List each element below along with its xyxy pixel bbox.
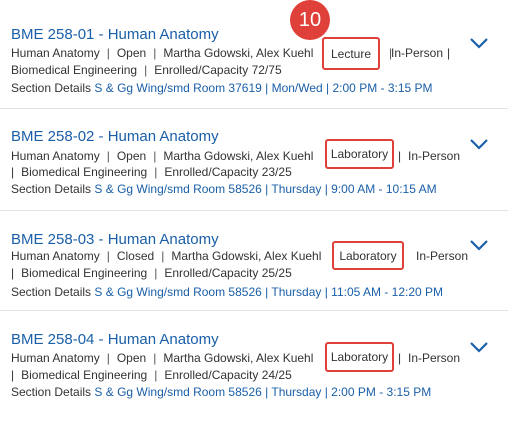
instructors-text: Martha Gdowski, Alex Kuehl bbox=[163, 46, 314, 60]
section-info-line: Human Anatomy | Closed | Martha Gdowski, Ale… bbox=[11, 249, 322, 263]
enrollment-text: Enrolled/Capacity 24/25 bbox=[164, 368, 292, 382]
section-info-line-2: | Biomedical Engineering | Enrolled/Capacit… bbox=[11, 266, 292, 280]
mode-text: In-Person bbox=[416, 249, 469, 263]
section-type-highlight: Laboratory bbox=[325, 139, 394, 169]
section-title[interactable]: BME 258-02 - Human Anatomy bbox=[11, 128, 219, 145]
status-text: Open bbox=[116, 351, 147, 365]
instructors-text: Martha Gdowski, Alex Kuehl bbox=[163, 149, 314, 163]
chevron-down-icon[interactable] bbox=[468, 237, 490, 253]
enrollment-text: Enrolled/Capacity 25/25 bbox=[164, 266, 292, 280]
section-info-line: Human Anatomy | Open | Martha Gdowski, Alex … bbox=[11, 46, 314, 60]
enrollment-text: Enrolled/Capacity 72/75 bbox=[154, 63, 282, 77]
course-name: Human Anatomy bbox=[11, 249, 100, 263]
section-title[interactable]: BME 258-01 - Human Anatomy bbox=[11, 26, 219, 43]
section-type-highlight: Lecture bbox=[322, 37, 380, 70]
section-details-line: Section Details S & Gg Wing/smd Room 585… bbox=[11, 385, 431, 399]
instructors-text: Martha Gdowski, Alex Kuehl bbox=[171, 249, 322, 263]
department-text: Biomedical Engineering bbox=[21, 266, 148, 280]
section-type-highlight: Laboratory bbox=[332, 241, 404, 270]
course-name: Human Anatomy bbox=[11, 149, 100, 163]
section-card-1[interactable]: BME 258-01 - Human Anatomy Human Anatomy… bbox=[0, 0, 508, 108]
section-details-line: Section Details S & Gg Wing/smd Room 585… bbox=[11, 285, 443, 299]
section-details-line: Section Details S & Gg Wing/smd Room 376… bbox=[11, 81, 433, 95]
section-info-line-2: | Biomedical Engineering | Enrolled/Capacit… bbox=[11, 165, 292, 179]
details-value[interactable]: S & Gg Wing/smd Room 58526 | Thursday | … bbox=[94, 385, 431, 399]
details-value[interactable]: S & Gg Wing/smd Room 37619 | Mon/Wed | 2… bbox=[94, 81, 432, 95]
section-info-line: Human Anatomy | Open | Martha Gdowski, Alex … bbox=[11, 149, 314, 163]
mode-text: In-Person bbox=[391, 46, 444, 60]
status-text: Open bbox=[116, 149, 147, 163]
section-details-line: Section Details S & Gg Wing/smd Room 585… bbox=[11, 182, 437, 196]
instructors-text: Martha Gdowski, Alex Kuehl bbox=[163, 351, 314, 365]
department-text: Biomedical Engineering bbox=[21, 368, 148, 382]
section-info-line-2: | Biomedical Engineering | Enrolled/Capacit… bbox=[11, 368, 292, 382]
course-name: Human Anatomy bbox=[11, 46, 100, 60]
status-text: Open bbox=[116, 46, 147, 60]
callout-number-badge: 10 bbox=[290, 0, 330, 40]
section-title[interactable]: BME 258-04 - Human Anatomy bbox=[11, 331, 219, 348]
section-card-3[interactable]: BME 258-03 - Human Anatomy Human Anatomy… bbox=[0, 211, 508, 310]
enrollment-text: Enrolled/Capacity 23/25 bbox=[164, 165, 292, 179]
section-info-line: Human Anatomy | Open | Martha Gdowski, Alex … bbox=[11, 351, 314, 365]
chevron-down-icon[interactable] bbox=[468, 35, 490, 51]
details-value[interactable]: S & Gg Wing/smd Room 58526 | Thursday | … bbox=[94, 182, 436, 196]
status-text: Closed bbox=[116, 249, 155, 263]
chevron-down-icon[interactable] bbox=[468, 136, 490, 152]
sep: | bbox=[398, 149, 402, 163]
details-value[interactable]: S & Gg Wing/smd Room 58526 | Thursday | … bbox=[94, 285, 443, 299]
details-label: Section Details bbox=[11, 285, 92, 299]
section-info-line-2: Biomedical Engineering | Enrolled/Capacity… bbox=[11, 63, 282, 77]
section-type-highlight: Laboratory bbox=[325, 342, 394, 372]
section-card-4[interactable]: BME 258-04 - Human Anatomy Human Anatomy… bbox=[0, 311, 508, 411]
section-title[interactable]: BME 258-03 - Human Anatomy bbox=[11, 231, 219, 248]
details-label: Section Details bbox=[11, 81, 92, 95]
mode-text: In-Person bbox=[408, 149, 461, 163]
details-label: Section Details bbox=[11, 182, 92, 196]
section-card-2[interactable]: BME 258-02 - Human Anatomy Human Anatomy… bbox=[0, 109, 508, 210]
mode-text: In-Person bbox=[408, 351, 461, 365]
course-name: Human Anatomy bbox=[11, 351, 100, 365]
department-text: Biomedical Engineering bbox=[11, 63, 138, 77]
department-text: Biomedical Engineering bbox=[21, 165, 148, 179]
sep: | bbox=[398, 351, 402, 365]
sep: | bbox=[447, 46, 451, 60]
details-label: Section Details bbox=[11, 385, 92, 399]
chevron-down-icon[interactable] bbox=[468, 339, 490, 355]
